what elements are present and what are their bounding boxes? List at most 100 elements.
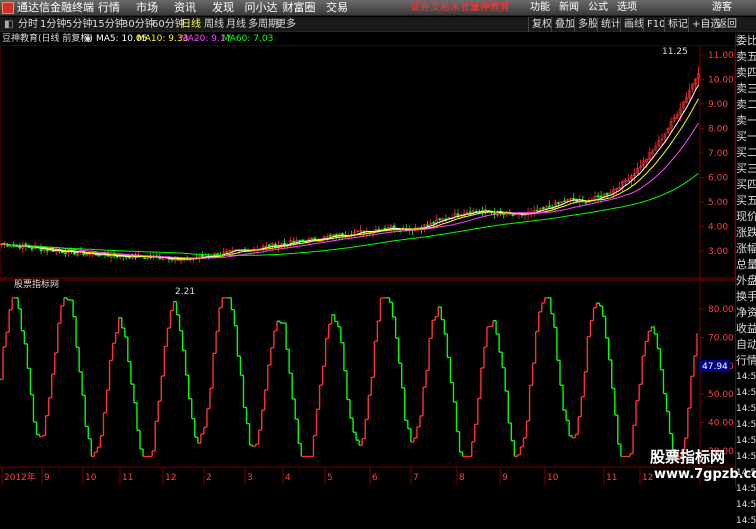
- menu-item-options[interactable]: 选项: [617, 1, 637, 15]
- candle-body: [45, 249, 49, 252]
- menu-item-ask[interactable]: 问小达: [242, 1, 280, 15]
- quote-field-label: 涨跌: [736, 226, 756, 239]
- ma-info-bar: 豆神教育(日线 前复权) ◉ MA5: 10.05 MA10: 9.33 MA2…: [0, 33, 700, 45]
- quote-field-label: 14:56: [736, 436, 756, 446]
- menu-item-wealth[interactable]: 财富圈: [280, 1, 318, 15]
- time-tick-label: 11: [122, 473, 133, 483]
- app-logo-icon: [2, 2, 14, 14]
- time-tick-label: 3: [247, 473, 253, 483]
- candle-body: [511, 214, 515, 216]
- period-tab[interactable]: 1分钟: [40, 17, 66, 32]
- right-menu: 功能 新闻 公式 选项: [530, 1, 646, 15]
- quote-field-label: 卖一: [736, 114, 756, 127]
- candle-body: [143, 257, 146, 259]
- app-title: 通达信金融终端: [17, 1, 94, 14]
- indicator-axis: 80.0070.0060.0050.0040.0030.00: [700, 305, 734, 457]
- candle-body: [596, 195, 600, 198]
- draw-button[interactable]: 画线: [620, 17, 644, 32]
- menu-item-newsfeed[interactable]: 新闻: [559, 1, 579, 15]
- candlestick-series: [0, 66, 700, 265]
- menu-item-market[interactable]: 市场: [128, 1, 166, 15]
- candle-body: [535, 209, 539, 212]
- layout-icon[interactable]: ◧: [4, 17, 13, 32]
- f10-button[interactable]: F10: [643, 17, 665, 32]
- quote-field-label: 14:56: [736, 516, 756, 526]
- ma-lines: [1, 84, 699, 260]
- indicator-name: 股票指标网: [14, 278, 59, 290]
- price-tick-label: 10.00: [708, 76, 734, 86]
- candle-body: [292, 240, 296, 243]
- quote-field-label: 外盘: [736, 274, 756, 287]
- period-tab[interactable]: 60分钟: [152, 17, 185, 32]
- ma-settings-icon[interactable]: ◉: [84, 33, 92, 45]
- quote-field-label: 买五: [736, 194, 756, 207]
- quote-field-label: 14:56: [736, 404, 756, 414]
- period-tab[interactable]: 月线: [226, 17, 246, 32]
- candle-body: [541, 207, 545, 210]
- multi-stock-button[interactable]: 多股: [574, 17, 598, 32]
- overlay-button[interactable]: 叠加: [551, 17, 575, 32]
- candle-body: [283, 242, 286, 245]
- guest-user[interactable]: 游客: [712, 1, 732, 15]
- menu-item-news[interactable]: 资讯: [166, 1, 204, 15]
- quote-field-label: 买一: [736, 130, 756, 143]
- period-tab[interactable]: 15分钟: [92, 17, 125, 32]
- quote-field-label: 卖四: [736, 66, 756, 79]
- period-tab[interactable]: 更多: [276, 17, 296, 32]
- time-tick-label: 10: [547, 473, 559, 483]
- ma5-line: [1, 84, 699, 260]
- candle-body: [64, 252, 67, 255]
- quote-field-label: 卖二: [736, 98, 756, 111]
- candle-body: [563, 200, 566, 203]
- candle-body: [201, 254, 204, 258]
- mark-button[interactable]: 标记: [664, 17, 688, 32]
- candle-body: [605, 192, 609, 196]
- menu-item-trade[interactable]: 交易: [318, 1, 356, 15]
- time-tick-label: 9: [502, 473, 508, 483]
- ma20-line: [1, 122, 699, 259]
- indicator-tick-label: 50.00: [708, 390, 734, 400]
- main-menu: 行情 市场 资讯 发现 问小达 财富圈 交易: [90, 1, 356, 15]
- menu-item-function[interactable]: 功能: [530, 1, 550, 15]
- time-tick-label: 7: [413, 473, 419, 483]
- period-toolbar: ◧ 分时 1分钟 5分钟 15分钟 30分钟 60分钟 日线 周线 月线 多周期…: [0, 17, 756, 32]
- indicator-tick-label: 40.00: [708, 419, 734, 429]
- period-tab[interactable]: 分时: [18, 17, 38, 32]
- quote-field-label: 行情: [736, 354, 756, 367]
- price-tick-label: 4.00: [708, 223, 728, 233]
- candle-body: [298, 239, 302, 242]
- quote-field-label: 买二: [736, 146, 756, 159]
- period-tab[interactable]: 5分钟: [66, 17, 92, 32]
- min-price-label: 2.21: [175, 287, 195, 297]
- kline-chart[interactable]: 11.00 10.00 9.00 8.00 7.00 6.00 5.00 4.00 3.00 8…: [0, 45, 756, 485]
- candle-body: [557, 202, 560, 204]
- candle-body: [30, 248, 34, 250]
- period-tab[interactable]: 多周期: [248, 17, 278, 32]
- price-tick-label: 11.00: [708, 51, 734, 61]
- menu-item-formula[interactable]: 公式: [588, 1, 608, 15]
- ma60-label: MA60: 7.03: [222, 34, 274, 44]
- quote-field-label: 换手: [736, 290, 756, 303]
- quote-field-label: 卖五: [736, 50, 756, 63]
- price-axis: 11.00 10.00 9.00 8.00 7.00 6.00 5.00 4.00 3.00: [700, 51, 734, 257]
- price-tick-label: 5.00: [708, 198, 728, 208]
- menu-item-quotes[interactable]: 行情: [90, 1, 128, 15]
- quote-field-label: 买四: [736, 178, 756, 191]
- time-tick-label: 10: [85, 473, 97, 483]
- indicator-tick-label: 70.00: [708, 334, 734, 344]
- menu-item-discover[interactable]: 发现: [204, 1, 242, 15]
- back-button[interactable]: 返回: [713, 17, 737, 32]
- time-tick-label: 9: [44, 473, 50, 483]
- indicator-series: [0, 297, 698, 458]
- time-tick-label: 4: [285, 473, 291, 483]
- adjust-button[interactable]: 复权: [528, 17, 552, 32]
- price-tick-label: 9.00: [708, 100, 728, 110]
- indicator-tick-label: 80.00: [708, 305, 734, 315]
- period-tab[interactable]: 周线: [204, 17, 224, 32]
- quote-field-label: 14:56: [736, 500, 756, 510]
- stats-button[interactable]: 统计: [597, 17, 621, 32]
- period-tab-active[interactable]: 日线: [181, 17, 201, 32]
- period-tab[interactable]: 30分钟: [122, 17, 155, 32]
- time-axis: 2012年 9 10 11 12 2 3 4 5 6 7 8 9 10 11 12: [1, 467, 653, 485]
- candle-body: [383, 228, 387, 230]
